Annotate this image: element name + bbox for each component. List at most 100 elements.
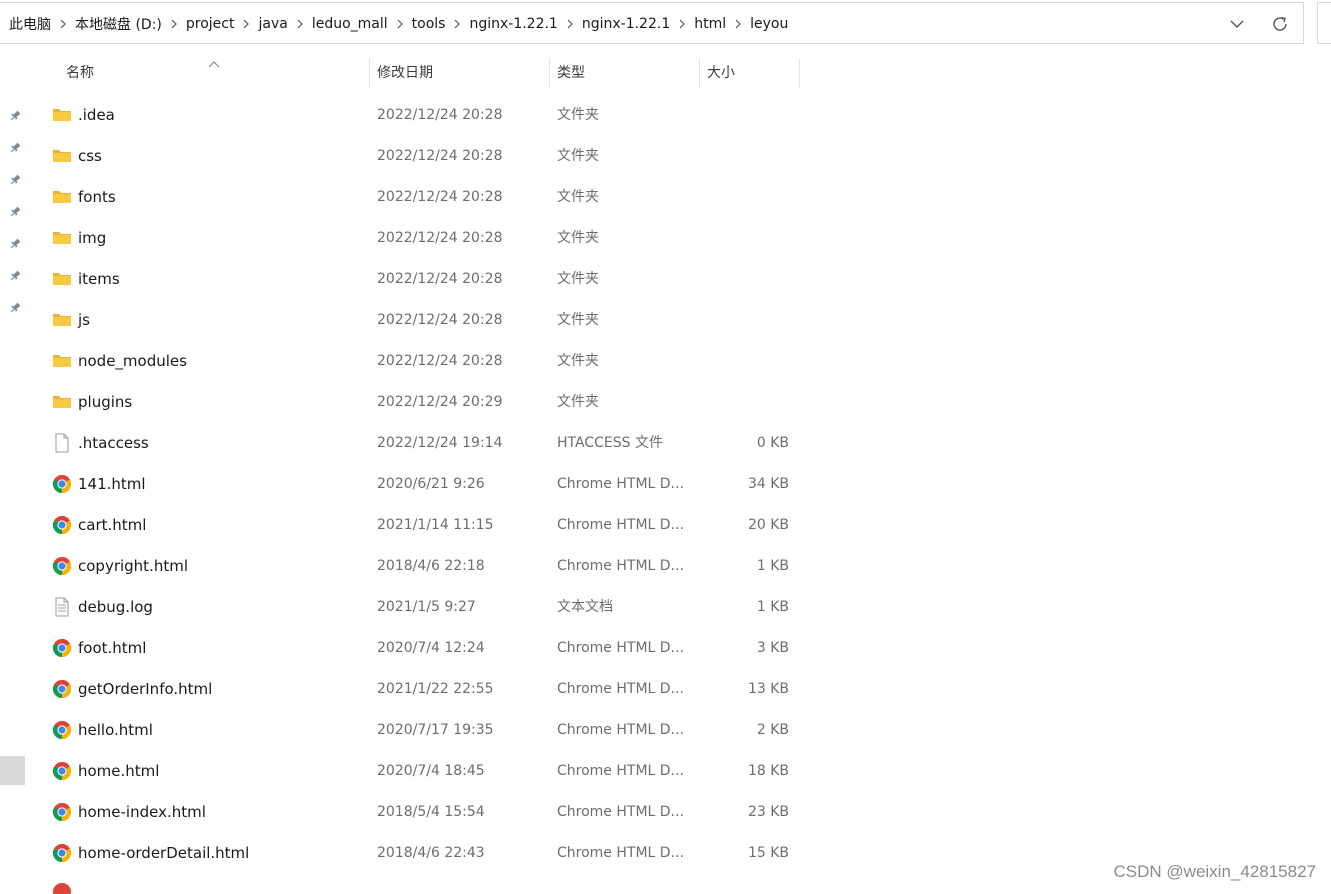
- breadcrumb-item[interactable]: tools: [412, 16, 446, 32]
- chevron-right-icon[interactable]: [288, 17, 312, 32]
- file-row[interactable]: plugins 2022/12/24 20:29 文件夹: [48, 382, 800, 423]
- file-row[interactable]: cart.html 2021/1/14 11:15 Chrome HTML D...…: [48, 505, 800, 546]
- file-row[interactable]: hello.html 2020/7/17 19:35 Chrome HTML D..…: [48, 710, 800, 751]
- file-type: Chrome HTML D...: [557, 640, 684, 656]
- breadcrumb-item[interactable]: project: [186, 16, 235, 32]
- file-size: 34 KB: [747, 476, 789, 492]
- file-row[interactable]: js 2022/12/24 20:28 文件夹: [48, 300, 800, 341]
- file-type: 文本文档: [557, 599, 613, 615]
- file-date: 2022/12/24 20:28: [377, 230, 503, 246]
- folder-icon: [52, 228, 72, 248]
- file-date: 2022/12/24 20:28: [377, 148, 503, 164]
- file-size: 1 KB: [756, 599, 789, 615]
- refresh-icon[interactable]: [1269, 13, 1291, 35]
- file-name: hello.html: [78, 721, 153, 739]
- pin-icon[interactable]: [8, 268, 22, 282]
- column-divider[interactable]: [799, 58, 800, 88]
- text-document-icon: [52, 597, 72, 617]
- column-header-type[interactable]: 类型: [557, 58, 697, 88]
- file-type: 文件夹: [557, 148, 599, 164]
- breadcrumb-item[interactable]: 本地磁盘 (D:): [75, 14, 162, 34]
- file-row[interactable]: 141.html 2020/6/21 9:26 Chrome HTML D... 34…: [48, 464, 800, 505]
- file-icon: [52, 433, 72, 453]
- chevron-right-icon[interactable]: [558, 17, 582, 32]
- chevron-down-icon[interactable]: [1227, 14, 1247, 34]
- file-row[interactable]: copyright.html 2018/4/6 22:18 Chrome HTML …: [48, 546, 800, 587]
- breadcrumb: 此电脑 本地磁盘 (D:) project java leduo_mall tools ng…: [9, 3, 788, 45]
- column-divider[interactable]: [369, 58, 370, 88]
- breadcrumb-item[interactable]: nginx-1.22.1: [582, 16, 670, 32]
- pin-icon[interactable]: [8, 108, 22, 122]
- file-row[interactable]: home.html 2020/7/4 18:45 Chrome HTML D... 1…: [48, 751, 800, 792]
- search-box[interactable]: [1317, 2, 1331, 44]
- file-type: 文件夹: [557, 312, 599, 328]
- address-bar[interactable]: 此电脑 本地磁盘 (D:) project java leduo_mall tools ng…: [0, 2, 1304, 44]
- file-type: 文件夹: [557, 394, 599, 410]
- file-name: debug.log: [78, 598, 153, 616]
- file-row[interactable]: home-index.html 2018/5/4 15:54 Chrome HTML…: [48, 792, 800, 833]
- file-size: 0 KB: [756, 435, 789, 451]
- chevron-right-icon[interactable]: [445, 17, 469, 32]
- file-type: Chrome HTML D...: [557, 517, 684, 533]
- file-type: 文件夹: [557, 107, 599, 123]
- pin-icon[interactable]: [8, 140, 22, 154]
- breadcrumb-item[interactable]: leyou: [750, 16, 788, 32]
- file-name: plugins: [78, 393, 133, 411]
- file-row[interactable]: img 2022/12/24 20:28 文件夹: [48, 218, 800, 259]
- pin-icon[interactable]: [8, 236, 22, 250]
- column-divider[interactable]: [699, 58, 700, 88]
- file-row[interactable]: .htaccess 2022/12/24 19:14 HTACCESS 文件 0 KB: [48, 423, 800, 464]
- file-date: 2021/1/5 9:27: [377, 599, 476, 615]
- file-row[interactable]: home-orderDetail.html 2018/4/6 22:43 Chrom…: [48, 833, 800, 874]
- file-date: 2020/6/21 9:26: [377, 476, 485, 492]
- breadcrumb-item[interactable]: html: [694, 16, 726, 32]
- file-row[interactable]: items 2022/12/24 20:28 文件夹: [48, 259, 800, 300]
- file-date: 2018/4/6 22:43: [377, 845, 485, 861]
- chevron-right-icon[interactable]: [234, 17, 258, 32]
- file-row[interactable]: foot.html 2020/7/4 12:24 Chrome HTML D... 3…: [48, 628, 800, 669]
- folder-icon: [52, 392, 72, 412]
- breadcrumb-item[interactable]: 此电脑: [9, 14, 51, 34]
- file-type: 文件夹: [557, 189, 599, 205]
- chevron-right-icon[interactable]: [670, 17, 694, 32]
- file-date: 2022/12/24 20:28: [377, 353, 503, 369]
- pin-icon[interactable]: [8, 172, 22, 186]
- chevron-right-icon[interactable]: [51, 17, 75, 32]
- file-date: 2022/12/24 19:14: [377, 435, 503, 451]
- chevron-right-icon[interactable]: [162, 17, 186, 32]
- file-name: fonts: [78, 188, 116, 206]
- file-name: img: [78, 229, 107, 247]
- file-row[interactable]: debug.log 2021/1/5 9:27 文本文档 1 KB: [48, 587, 800, 628]
- file-row[interactable]: css 2022/12/24 20:28 文件夹: [48, 136, 800, 177]
- column-divider[interactable]: [549, 58, 550, 88]
- column-header-size[interactable]: 大小: [707, 58, 797, 88]
- file-name: home.html: [78, 762, 160, 780]
- file-size: 18 KB: [747, 763, 789, 779]
- chrome-icon: [52, 882, 72, 894]
- file-type: Chrome HTML D...: [557, 558, 684, 574]
- chrome-icon: [52, 679, 72, 699]
- file-size: 2 KB: [756, 722, 789, 738]
- file-row[interactable]: node_modules 2022/12/24 20:28 文件夹: [48, 341, 800, 382]
- pin-icon[interactable]: [8, 204, 22, 218]
- nav-selected-item[interactable]: [0, 756, 25, 785]
- file-date: 2018/4/6 22:18: [377, 558, 485, 574]
- column-header-name[interactable]: 名称: [66, 58, 366, 88]
- file-row[interactable]: getOrderInfo.html 2021/1/22 22:55 Chrome H…: [48, 669, 800, 710]
- file-date: 2021/1/22 22:55: [377, 681, 494, 697]
- column-header-date[interactable]: 修改日期: [377, 58, 547, 88]
- chevron-right-icon[interactable]: [388, 17, 412, 32]
- breadcrumb-item[interactable]: leduo_mall: [312, 16, 388, 32]
- file-row[interactable]: fonts 2022/12/24 20:28 文件夹: [48, 177, 800, 218]
- file-name: css: [78, 147, 102, 165]
- chevron-right-icon[interactable]: [726, 17, 750, 32]
- pin-icon[interactable]: [8, 300, 22, 314]
- breadcrumb-item[interactable]: java: [258, 16, 287, 32]
- file-date: 2021/1/14 11:15: [377, 517, 494, 533]
- folder-icon: [52, 187, 72, 207]
- file-row[interactable]: .idea 2022/12/24 20:28 文件夹: [48, 95, 800, 136]
- breadcrumb-item[interactable]: nginx-1.22.1: [469, 16, 557, 32]
- chrome-icon: [52, 802, 72, 822]
- file-size: 20 KB: [747, 517, 789, 533]
- chrome-icon: [52, 515, 72, 535]
